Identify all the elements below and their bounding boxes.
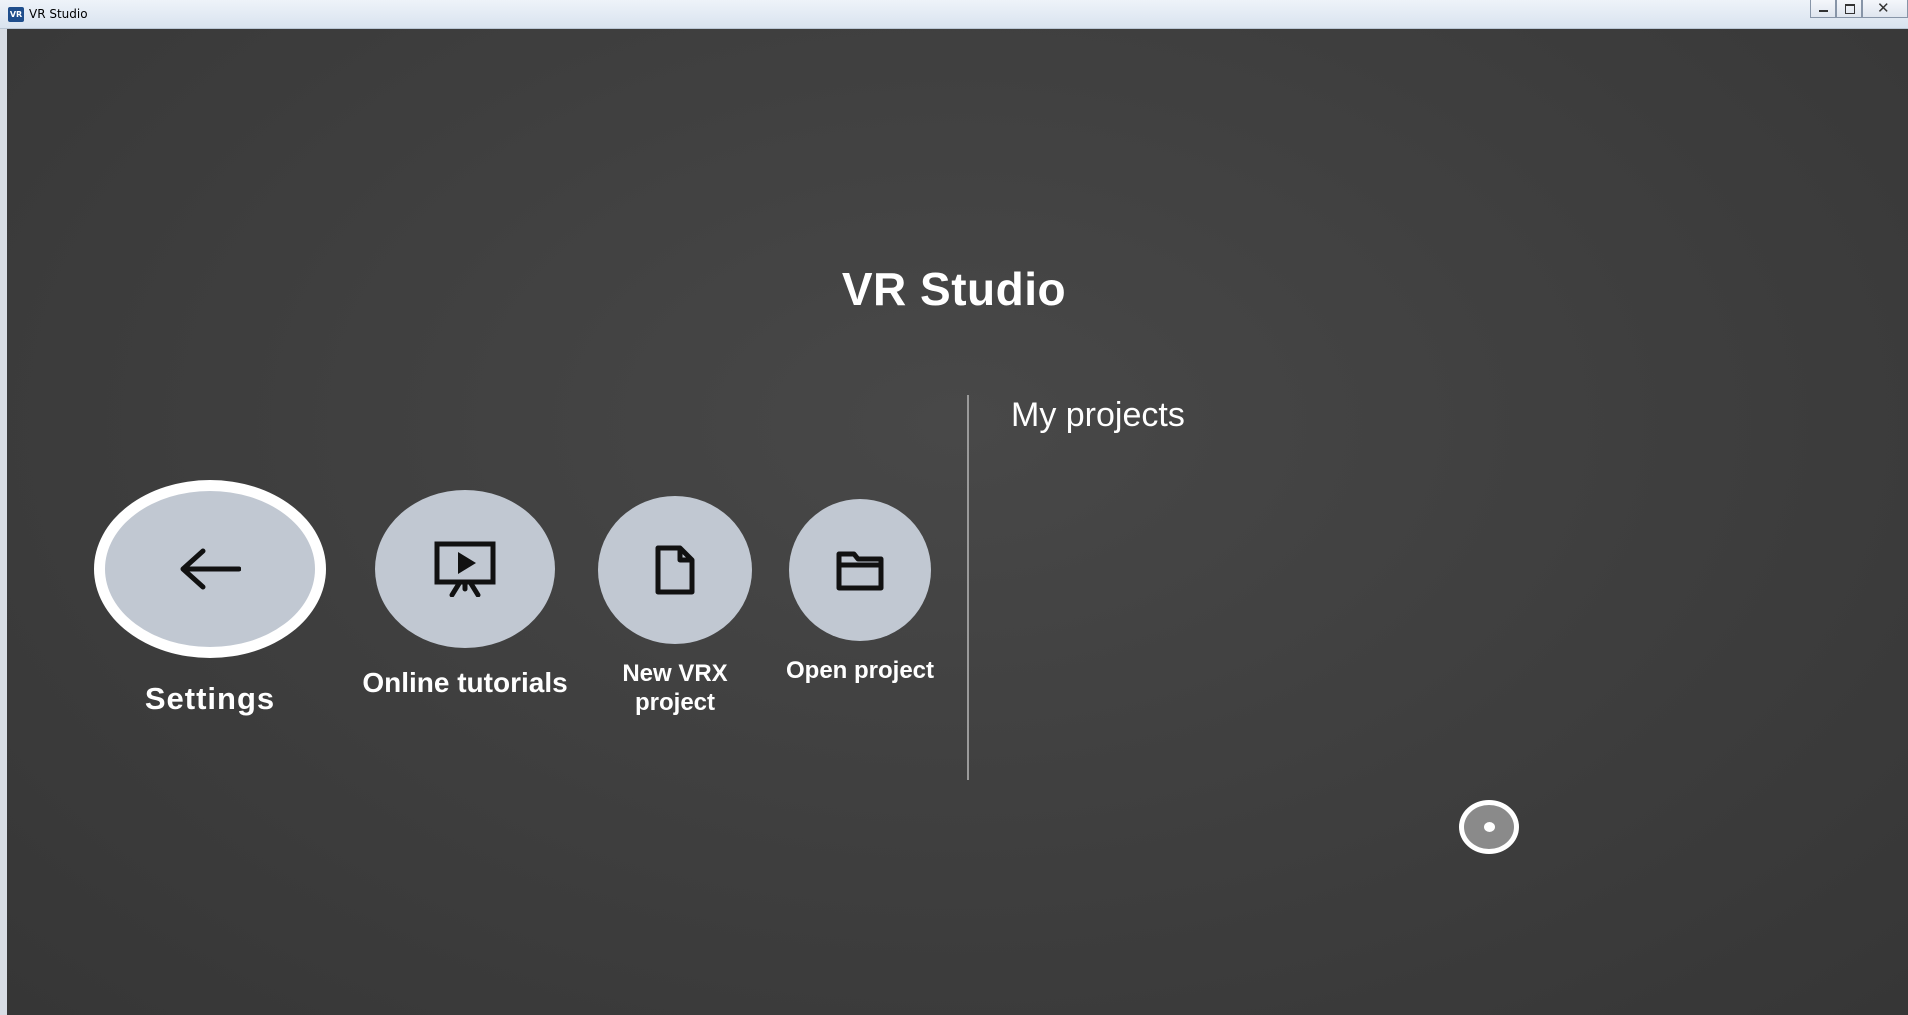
minimize-button[interactable] — [1810, 0, 1836, 18]
maximize-button[interactable] — [1836, 0, 1862, 18]
window-left-border — [0, 29, 7, 1015]
maximize-icon — [1845, 4, 1855, 14]
vertical-divider — [967, 395, 969, 780]
window-title: VR Studio — [29, 7, 88, 21]
window-titlebar: VR VR Studio ✕ — [0, 0, 1908, 29]
open-project-label: Open project — [785, 657, 935, 684]
new-vrx-project-label: New VRX project — [622, 660, 728, 716]
folder-icon — [836, 551, 884, 591]
close-button[interactable]: ✕ — [1862, 0, 1908, 18]
my-projects-heading: My projects — [1011, 396, 1185, 434]
gaze-cursor-icon — [1459, 800, 1519, 854]
projects-list[interactable] — [1011, 450, 1861, 770]
settings-button-circle[interactable] — [94, 480, 326, 658]
minimize-icon — [1819, 10, 1828, 12]
close-icon: ✕ — [1877, 0, 1890, 17]
online-tutorials-button-circle[interactable] — [375, 490, 555, 648]
settings-label: Settings — [144, 681, 276, 716]
open-project-button[interactable]: Open project — [782, 499, 938, 686]
new-vrx-project-button[interactable]: New VRX project — [590, 496, 760, 718]
open-project-button-circle[interactable] — [789, 499, 931, 641]
settings-button[interactable]: Settings — [94, 480, 326, 717]
new-file-icon — [655, 545, 695, 595]
window-controls: ✕ — [1810, 0, 1908, 20]
app-icon: VR — [8, 7, 24, 22]
online-tutorials-label: Online tutorials — [362, 667, 568, 698]
new-vrx-project-button-circle[interactable] — [598, 496, 752, 644]
page-title: VR Studio — [841, 263, 1067, 315]
back-arrow-icon — [180, 548, 241, 590]
gaze-cursor-dot — [1483, 822, 1495, 832]
presentation-play-icon — [434, 541, 496, 597]
online-tutorials-button[interactable]: Online tutorials — [355, 490, 575, 700]
